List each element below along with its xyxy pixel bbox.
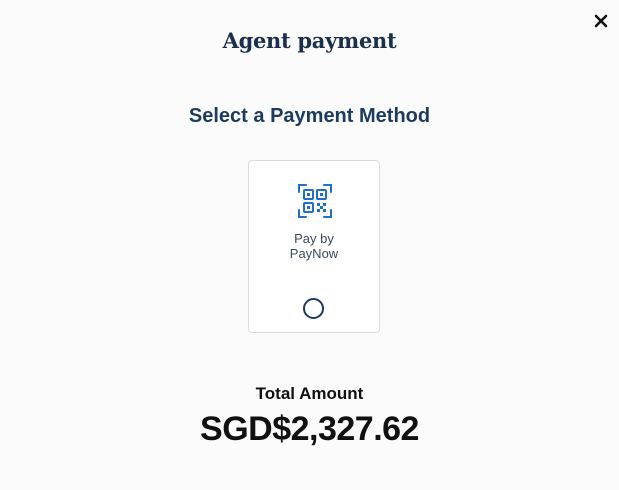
close-icon (594, 14, 608, 28)
payment-modal: Agent payment Select a Payment Method Pa… (0, 0, 619, 490)
payment-method-heading: Select a Payment Method (188, 105, 431, 127)
total-amount-label: Total Amount (255, 384, 364, 403)
total-amount-value: SGD$2,327.62 (200, 410, 419, 448)
paynow-radio-button[interactable] (303, 298, 324, 319)
qr-code-icon (298, 184, 332, 218)
modal-title: Agent payment (222, 28, 397, 53)
paynow-method-card[interactable]: Pay by PayNow (248, 160, 380, 333)
paynow-method-label: Pay by PayNow (289, 231, 339, 261)
